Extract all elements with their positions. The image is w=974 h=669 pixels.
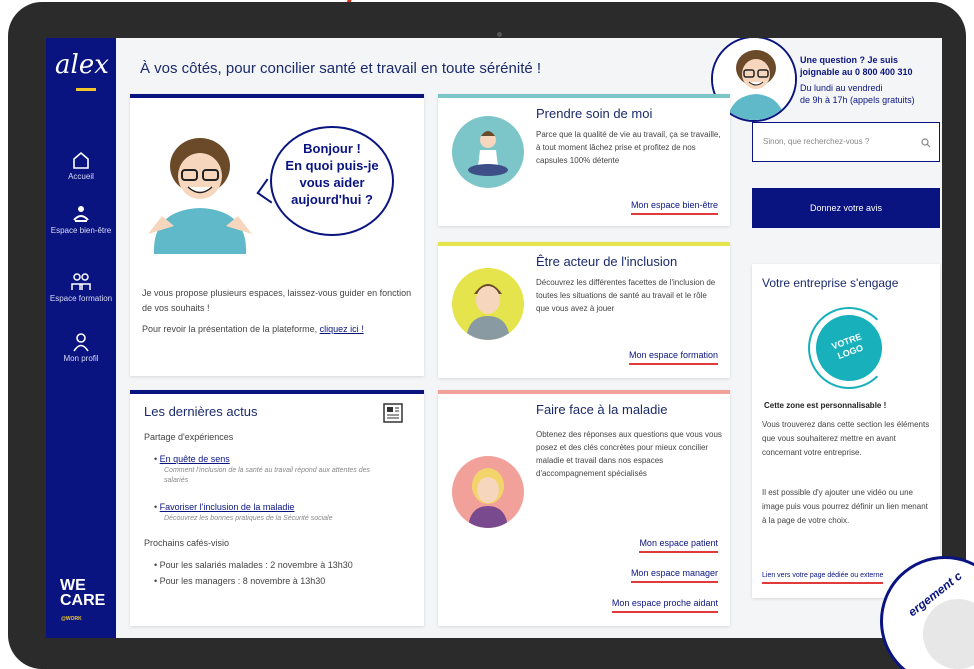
caregiver-space-link[interactable]: Mon espace proche aidant [611,598,718,613]
wellbeing-icon [73,206,89,222]
card-text: Obtenez des réponses aux questions que v… [536,430,722,478]
event-text: Pour les managers : 8 novembre à 13h30 [159,576,326,586]
stamp-center [923,599,974,669]
news-section-visio: Prochains cafés-visio [144,538,230,548]
card-title: Faire face à la maladie [536,402,668,417]
feedback-button[interactable]: Donnez votre avis [752,188,940,228]
news-title: Les dernières actus [144,404,258,419]
search-icon[interactable] [921,138,931,148]
page-tagline: À vos côtés, pour concilier santé et tra… [140,60,542,77]
speech-bubble-text: Bonjour ! En quoi puis-je vous aider auj… [276,140,388,208]
review-text: Pour revoir la présentation de la platef… [142,324,320,334]
bubble-line3: vous aider [299,175,365,190]
bubble-line1: Bonjour ! [303,141,361,156]
news-section-experiences: Partage d'expériences [144,432,234,442]
card-text: Parce que la qualité de vie au travail, … [536,130,721,165]
screen: alex Accueil Espace bien-être Espace for… [46,38,942,638]
card-topbar [438,390,730,394]
contact-line1: Une question ? Je suis [800,55,899,65]
card-inclusion: Être acteur de l'inclusion Découvrez les… [438,242,730,378]
card-self-care: Prendre soin de moi Parce que la qualité… [438,94,730,226]
search-input[interactable]: Sinon, que recherchez-vous ? [763,137,869,146]
wecare-line1: WE [60,577,86,594]
contact-phone[interactable]: joignable au 0 800 400 310 [800,66,913,78]
sidebar-item-label: Accueil [68,172,94,181]
news-item-desc: Découvrez les bonnes pratiques de la Séc… [164,515,333,522]
man-illustration [452,268,524,340]
news-event: • Pour les salariés malades : 2 novembre… [154,560,353,570]
home-icon [73,151,89,169]
news-item-desc: Comment l'inclusion de la santé au trava… [164,467,371,484]
card-title: Être acteur de l'inclusion [536,254,678,269]
contact-hours: Du lundi au vendredi de 9h à 17h (appels… [800,82,915,106]
sidebar-item-label: Espace formation [49,294,113,303]
news-event: • Pour les managers : 8 novembre à 13h30 [154,576,326,586]
training-space-link[interactable]: Mon espace formation [628,350,718,365]
alex-logo[interactable]: alex [55,50,109,80]
profile-icon [73,333,89,352]
sidebar-item-label: Espace bien-être [50,226,112,235]
contact-heading: Une question ? Je suis joignable au 0 80… [800,54,913,78]
company-paragraph-2: Il est possible d'y ajouter une vidéo ou… [762,488,928,525]
card-topbar [438,94,730,98]
card-text: Découvrez les différentes facettes de l'… [536,278,716,313]
company-paragraph-1: Vous trouverez dans cette section les él… [762,420,930,457]
welcome-card: Bonjour ! En quoi puis-je vous aider auj… [130,94,424,376]
card-topbar [438,242,730,246]
review-link[interactable]: cliquez ici ! [320,324,364,334]
newspaper-icon [383,403,403,423]
news-item-link[interactable]: En quête de sens [160,454,230,464]
welcome-intro: Je vous propose plusieurs espaces, laiss… [142,288,412,313]
news-item: • En quête de sens [154,454,230,464]
wecare-logo: WE CARE [60,577,106,609]
bubble-line2: En quoi puis-je [285,158,379,173]
card-topbar [130,94,424,98]
search-box[interactable]: Sinon, que recherchez-vous ? [752,122,940,162]
wellbeing-space-link[interactable]: Mon espace bien-être [630,200,718,215]
alex-illustration [148,138,252,254]
wecare-line2: CARE [60,592,106,609]
news-item-link[interactable]: Favoriser l'inclusion de la maladie [160,502,295,512]
contact-line3: Du lundi au vendredi [800,83,883,93]
logo-underline [76,88,96,91]
sidebar-item-label: Mon profil [63,354,99,363]
company-title: Votre entreprise s'engage [762,276,899,290]
news-item: • Favoriser l'inclusion de la maladie [154,502,295,512]
event-text: Pour les salariés malades : 2 novembre à… [159,560,353,570]
manager-space-link[interactable]: Mon espace manager [630,568,718,583]
bubble-line4: aujourd'hui ? [291,192,373,207]
woman-illustration [452,456,524,528]
contact-line4: de 9h à 17h (appels gratuits) [800,95,915,105]
sidebar: alex Accueil Espace bien-être Espace for… [46,38,116,638]
patient-space-link[interactable]: Mon espace patient [639,538,718,553]
sidebar-item-training[interactable]: Espace formation [46,272,116,304]
company-customizable: Cette zone est personnalisable ! [764,401,887,410]
card-illness: Faire face à la maladie Obtenez des répo… [438,390,730,626]
yoga-illustration [452,116,524,188]
sidebar-item-profile[interactable]: Mon profil [46,332,116,364]
card-topbar [130,390,424,394]
wecare-sub: @WORK [61,616,82,622]
sidebar-item-home[interactable]: Accueil [46,150,116,182]
welcome-review: Pour revoir la présentation de la platef… [142,322,414,337]
company-page-link[interactable]: Lien vers votre page dédiée ou externe [762,572,884,584]
news-card: Les dernières actus Partage d'expérience… [130,390,424,626]
training-icon [71,273,91,290]
camera-dot [497,32,502,37]
sidebar-item-wellbeing[interactable]: Espace bien-être [46,204,116,236]
card-title: Prendre soin de moi [536,106,653,121]
